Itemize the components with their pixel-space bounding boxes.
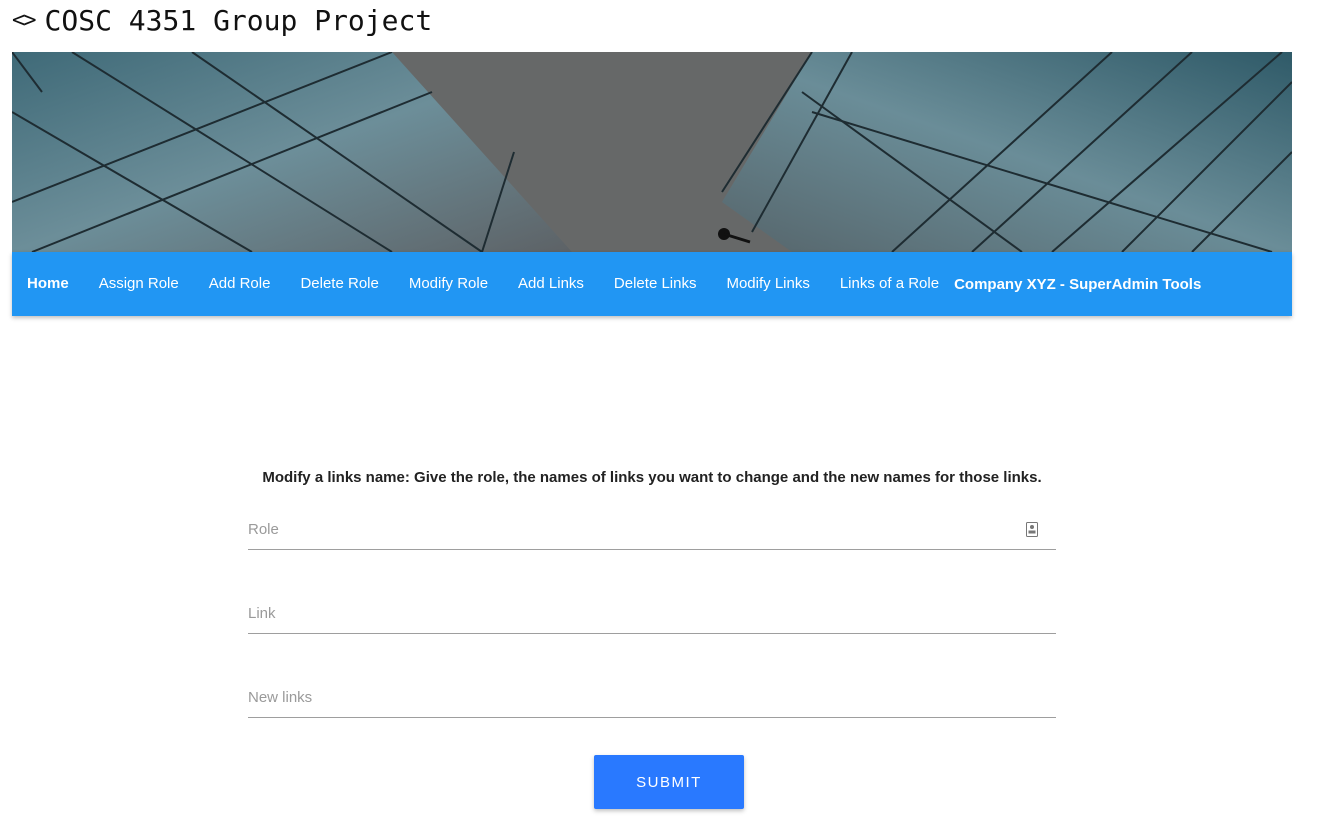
nav-links-of-a-role[interactable]: Links of a Role <box>825 252 954 316</box>
modify-links-form: Modify a links name: Give the role, the … <box>248 466 1056 718</box>
role-field <box>248 510 1056 550</box>
nav-modify-role[interactable]: Modify Role <box>394 252 503 316</box>
hero-banner <box>12 52 1292 252</box>
nav-modify-links[interactable]: Modify Links <box>711 252 824 316</box>
nav-add-role[interactable]: Add Role <box>194 252 286 316</box>
submit-button[interactable]: SUBMIT <box>594 755 744 809</box>
nav-add-links[interactable]: Add Links <box>503 252 599 316</box>
nav-assign-role[interactable]: Assign Role <box>84 252 194 316</box>
new-links-field <box>248 678 1056 718</box>
page-title: COSC 4351 Group Project <box>44 3 433 37</box>
link-field <box>248 594 1056 634</box>
nav-delete-links[interactable]: Delete Links <box>599 252 712 316</box>
contact-card-icon[interactable] <box>1026 522 1038 537</box>
link-input[interactable] <box>248 594 1056 633</box>
code-brackets-icon: <> <box>12 7 36 33</box>
nav-home[interactable]: Home <box>12 252 84 316</box>
page-header: <> COSC 4351 Group Project <box>12 2 432 38</box>
form-instructions: Modify a links name: Give the role, the … <box>262 469 1042 486</box>
nav-delete-role[interactable]: Delete Role <box>285 252 393 316</box>
main-navbar: Home Assign Role Add Role Delete Role Mo… <box>12 252 1292 316</box>
hero-image <box>12 52 1292 252</box>
new-links-input[interactable] <box>248 678 1056 717</box>
role-input[interactable] <box>248 510 1056 549</box>
brand-title[interactable]: Company XYZ - SuperAdmin Tools <box>954 276 1201 293</box>
